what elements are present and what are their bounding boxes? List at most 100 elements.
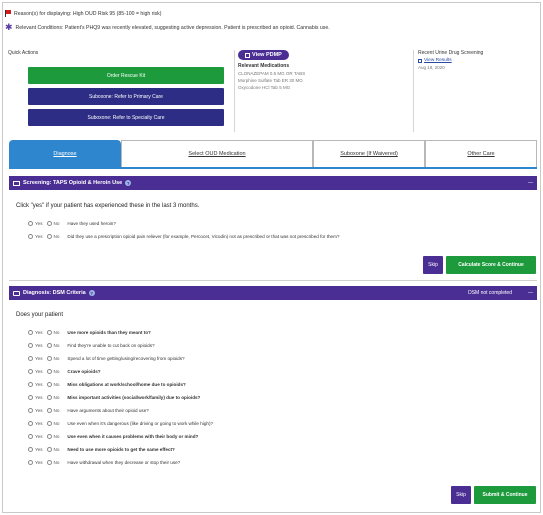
dsm-question-row: Yes No Use even when it's dangerous (like …	[28, 421, 213, 426]
view-pdmp-button[interactable]: View PDMP	[238, 50, 289, 60]
no-label: No	[53, 356, 60, 361]
no-radio[interactable]	[46, 395, 52, 400]
monitor-icon	[13, 180, 20, 186]
question-text: Crave opioids?	[67, 369, 101, 374]
dsm-question-row: Yes No Find they're unable to cut back on …	[28, 343, 155, 348]
screening-header[interactable]: Screening: TAPS Opioid & Heroin Use ? —	[9, 176, 537, 190]
no-radio[interactable]	[46, 382, 52, 387]
yes-label: Yes	[35, 408, 43, 413]
medication-item: Oxycodone HCl Tab 5 MG	[238, 85, 291, 90]
no-radio[interactable]	[46, 221, 52, 226]
no-label: No	[53, 343, 60, 348]
no-radio[interactable]	[46, 369, 52, 374]
question-text: Miss important activities (social/work/f…	[67, 395, 201, 400]
screening-skip-button[interactable]: Skip	[423, 256, 443, 274]
tab-select-oud-medication[interactable]: Select OUD Medication	[121, 140, 313, 168]
question-text: Did they use a prescription opioid pain …	[67, 234, 340, 239]
order-rescue-kit-button[interactable]: Order Rescue Kit	[28, 67, 224, 84]
diagnosis-header[interactable]: Diagnosis: DSM Criteria ? DSM not comple…	[9, 286, 537, 300]
info-icon[interactable]: ?	[88, 290, 95, 296]
refer-primary-care-button[interactable]: Suboxone: Refer to Primary Care	[28, 88, 224, 105]
yes-radio[interactable]	[28, 434, 33, 439]
star-icon: ✱	[5, 22, 13, 32]
yes-radio[interactable]	[28, 460, 33, 465]
no-label: No	[53, 369, 60, 374]
yes-radio[interactable]	[28, 221, 33, 226]
dsm-question-row: Yes No Miss obligations at work/school/hom…	[28, 382, 186, 387]
tab-diagnose[interactable]: Diagnose	[9, 140, 121, 168]
no-label: No	[53, 460, 60, 465]
yes-radio[interactable]	[28, 447, 33, 452]
medication-item: CLONAZEPAM 0.5 MG OR TABS	[238, 71, 306, 76]
dsm-question-row: Yes No Have withdrawal when they decrease …	[28, 460, 180, 465]
refer-specialty-care-button[interactable]: Suboxone: Refer to Specialty Care	[28, 109, 224, 126]
collapse-icon[interactable]: —	[528, 176, 533, 190]
dsm-question-row: Yes No Spend a lot of time getting/using/r…	[28, 356, 185, 361]
dsm-question-row: Yes No Use even when it causes problems wi…	[28, 434, 198, 439]
tab-other-care[interactable]: Other Care	[425, 140, 537, 168]
dsm-status: DSM not completed	[468, 290, 512, 296]
yes-radio[interactable]	[28, 343, 33, 348]
calculate-score-button[interactable]: Calculate Score & Continue	[446, 256, 536, 274]
dsm-question-row: Yes No Need to use more opioids to get the…	[28, 447, 175, 452]
yes-label: Yes	[35, 356, 43, 361]
yes-radio[interactable]	[28, 330, 33, 335]
yes-radio[interactable]	[28, 234, 33, 239]
workflow-tabs: Diagnose Select OUD Medication Suboxone …	[9, 140, 537, 168]
drug-screening-panel: Recent Urine Drug Screening View Results…	[418, 50, 536, 132]
question-text: Find they're unable to cut back on opioi…	[67, 343, 155, 348]
no-label: No	[53, 330, 60, 335]
view-pdmp-label: View PDMP	[252, 52, 282, 58]
no-radio[interactable]	[46, 434, 52, 439]
no-radio[interactable]	[46, 408, 52, 413]
tab-suboxone[interactable]: Suboxone (If Waivered)	[313, 140, 425, 168]
no-radio[interactable]	[46, 460, 52, 465]
medications-title: Relevant Medications	[238, 63, 290, 69]
no-radio[interactable]	[46, 234, 52, 239]
yes-radio[interactable]	[28, 395, 33, 400]
relevant-conditions-banner: ✱ Relevant Conditions: Patient's PHQ9 wa…	[5, 22, 330, 32]
no-radio[interactable]	[46, 343, 52, 348]
yes-radio[interactable]	[28, 369, 33, 374]
question-text: Use even when it's dangerous (like drivi…	[67, 421, 214, 426]
no-radio[interactable]	[46, 356, 52, 361]
yes-radio[interactable]	[28, 382, 33, 387]
flag-icon	[5, 10, 11, 17]
yes-radio[interactable]	[28, 421, 33, 426]
yes-label: Yes	[35, 382, 43, 387]
divider	[413, 50, 414, 132]
yes-radio[interactable]	[28, 408, 33, 413]
no-label: No	[53, 447, 60, 452]
yes-label: Yes	[35, 343, 43, 348]
question-text: Miss obligations at work/school/home due…	[67, 382, 186, 387]
diagnosis-skip-button[interactable]: Skip	[451, 486, 471, 504]
view-results-link[interactable]: View Results	[424, 58, 452, 63]
question-text: Have withdrawal when they decrease or st…	[67, 460, 181, 465]
no-label: No	[53, 421, 60, 426]
quick-actions-title: Quick Actions	[8, 50, 39, 56]
risk-reason-text: Reason(s) for displaying: High OUD Risk …	[14, 10, 162, 17]
no-radio[interactable]	[46, 421, 52, 426]
medication-item: Morphine Sulfate Tab ER 30 MG	[238, 78, 303, 83]
question-text: Use more opioids than they meant to?	[67, 330, 151, 335]
yes-label: Yes	[35, 434, 43, 439]
yes-label: Yes	[35, 369, 43, 374]
no-label: No	[53, 395, 60, 400]
no-radio[interactable]	[46, 330, 52, 335]
screening-title: Screening: TAPS Opioid & Heroin Use	[23, 180, 123, 186]
no-radio[interactable]	[46, 447, 52, 452]
question-text: Need to use more opioids to get the same…	[67, 447, 175, 452]
submit-continue-button[interactable]: Submit & Continue	[474, 486, 536, 504]
medications-panel: View PDMP Relevant Medications CLONAZEPA…	[238, 50, 410, 132]
no-label: No	[53, 434, 60, 439]
risk-reason-banner: Reason(s) for displaying: High OUD Risk …	[5, 10, 161, 17]
info-icon[interactable]: ?	[125, 180, 132, 186]
diagnosis-header-right: DSM not completed —	[468, 286, 533, 300]
yes-radio[interactable]	[28, 356, 33, 361]
yes-label: Yes	[35, 447, 43, 452]
no-label: No	[53, 408, 60, 413]
dsm-question-row: Yes No Miss important activities (social/w…	[28, 395, 200, 400]
divider	[9, 280, 537, 281]
screening-question-row: Yes No Have they used heroin?	[28, 221, 116, 226]
collapse-icon[interactable]: —	[528, 290, 533, 296]
